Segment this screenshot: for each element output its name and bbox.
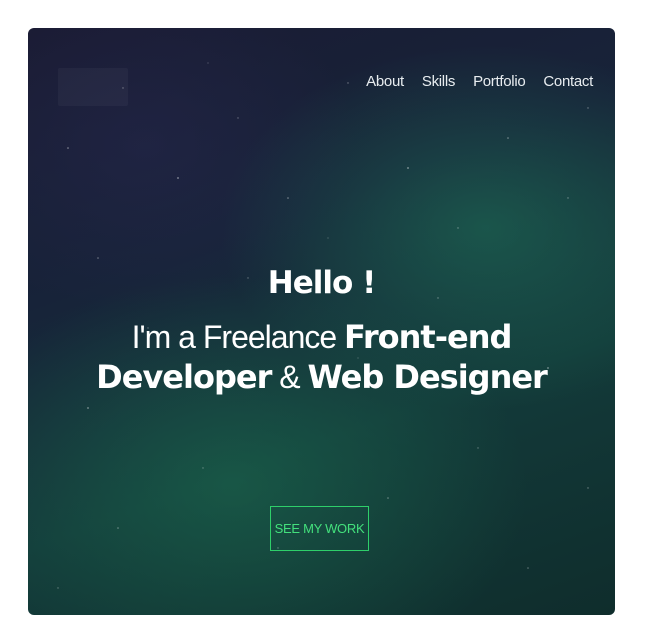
- tagline-intro: I'm a Freelance: [131, 319, 345, 355]
- tagline-role-web-designer: Web Designer: [307, 358, 547, 396]
- tagline-role-front-end: Front-end: [344, 318, 512, 356]
- nav-link-contact[interactable]: Contact: [543, 73, 593, 90]
- see-my-work-button[interactable]: SEE MY WORK: [270, 506, 369, 551]
- nav-link-skills[interactable]: Skills: [422, 73, 456, 90]
- main-nav: About Skills Portfolio Contact: [366, 73, 593, 90]
- logo-placeholder[interactable]: [58, 68, 128, 106]
- hero-section: About Skills Portfolio Contact Hello ! I…: [28, 28, 615, 615]
- hero-tagline: I'm a Freelance Front-end Developer & We…: [28, 317, 615, 397]
- nav-link-about[interactable]: About: [366, 73, 404, 90]
- nav-link-portfolio[interactable]: Portfolio: [473, 73, 526, 90]
- hero-greeting: Hello !: [267, 265, 376, 301]
- hero-text: Hello ! I'm a Freelance Front-end Develo…: [28, 268, 615, 397]
- tagline-role-developer: Developer: [96, 358, 272, 396]
- tagline-ampersand: &: [271, 359, 308, 395]
